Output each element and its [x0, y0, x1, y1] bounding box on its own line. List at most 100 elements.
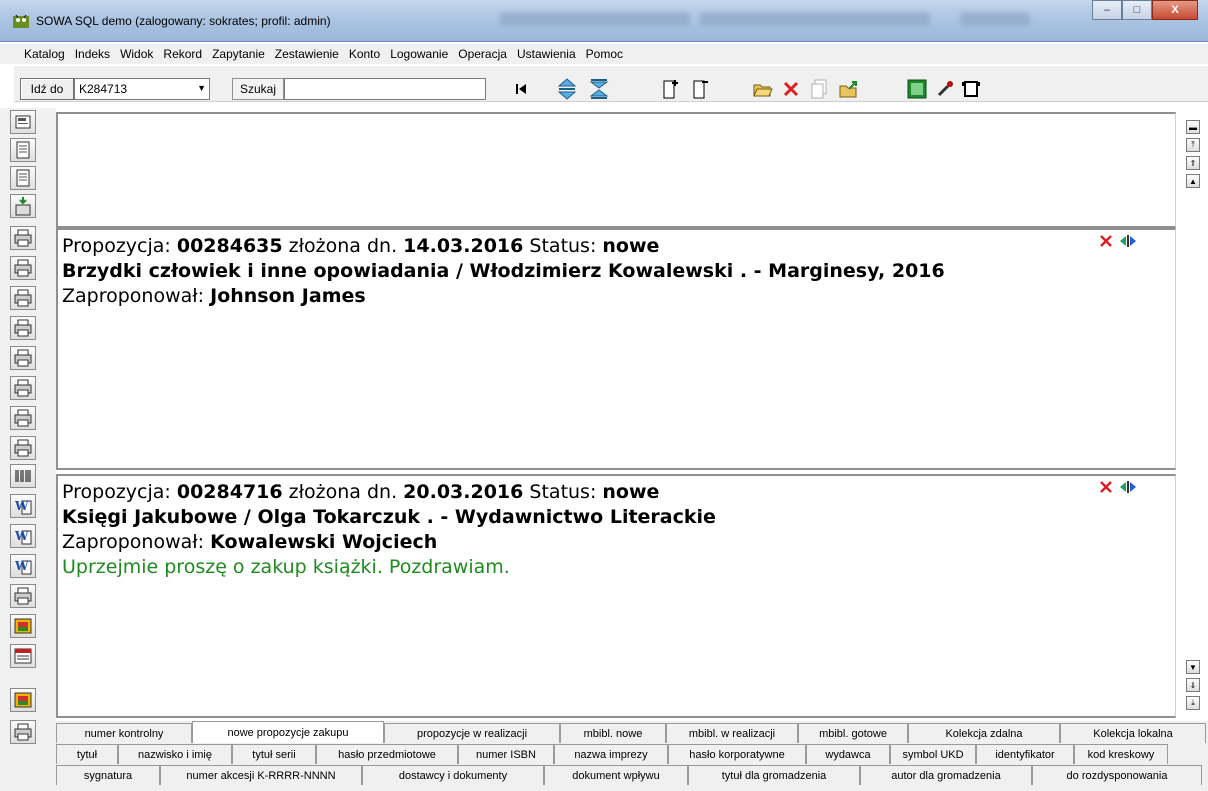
tab-kolekcja-lokalna[interactable]: Kolekcja lokalna	[1060, 723, 1206, 743]
menu-widok[interactable]: Widok	[120, 47, 153, 61]
printer-icon[interactable]	[10, 346, 36, 370]
word-icon[interactable]: W	[10, 524, 36, 548]
cup-icon[interactable]	[958, 76, 984, 102]
title-bar: SOWA SQL demo (zalogowany: sokrates; pro…	[0, 0, 1208, 42]
close-button[interactable]: X	[1152, 0, 1198, 20]
proposal-label: Propozycja:	[62, 235, 177, 257]
export-icon[interactable]	[836, 76, 862, 102]
tab-wydawca[interactable]: wydawca	[806, 744, 890, 764]
menu-ustawienia[interactable]: Ustawienia	[517, 47, 576, 61]
page-down-icon[interactable]: ⇓	[1186, 678, 1200, 692]
printer-icon[interactable]	[10, 256, 36, 280]
printer-icon[interactable]	[10, 286, 36, 310]
tab-kod-kreskowy[interactable]: kod kreskowy	[1074, 744, 1168, 764]
printer-color-icon[interactable]	[10, 688, 36, 712]
tab-identyfikator[interactable]: identyfikator	[976, 744, 1074, 764]
record-1-proposer: Zaproponował: Johnson James	[62, 284, 1171, 309]
page-up-icon[interactable]: ⇑	[1186, 156, 1200, 170]
scroll-up-icon[interactable]: ▲	[1186, 174, 1200, 188]
svg-text:W: W	[14, 529, 29, 543]
delete-icon[interactable]	[1099, 234, 1113, 248]
picture-icon[interactable]	[904, 76, 930, 102]
minimize-panel-icon[interactable]: ▬	[1186, 120, 1200, 134]
menu-pomoc[interactable]: Pomoc	[586, 47, 623, 61]
tab-propozycje-w-realizacji[interactable]: propozycje w realizacji	[384, 723, 560, 743]
tab-do-rozdysponowania[interactable]: do rozdysponowania	[1032, 765, 1202, 785]
tab-nazwisko-i-imie[interactable]: nazwisko i imię	[118, 744, 232, 764]
card-icon[interactable]	[10, 110, 36, 134]
search-input[interactable]	[284, 78, 486, 100]
maximize-button[interactable]: □	[1122, 0, 1152, 20]
goto-button[interactable]: Idź do	[20, 78, 74, 100]
printer-icon[interactable]	[10, 720, 36, 744]
menu-katalog[interactable]: Katalog	[24, 47, 65, 61]
tab-mbibl-w-realizacji[interactable]: mbibl. w realizacji	[666, 723, 798, 743]
printer-color-icon[interactable]	[10, 614, 36, 638]
scroll-top-icon[interactable]: ⤒	[1186, 138, 1200, 152]
proposer-label: Zaproponował:	[62, 285, 211, 307]
menu-konto[interactable]: Konto	[349, 47, 380, 61]
tab-row-1: numer kontrolny nowe propozycje zakupu p…	[56, 721, 1206, 745]
expand-records-icon[interactable]	[554, 76, 580, 102]
proposer-label: Zaproponował:	[62, 531, 211, 553]
collapse-records-icon[interactable]	[586, 76, 612, 102]
barcode-icon[interactable]	[10, 464, 36, 488]
svg-text:W: W	[14, 559, 29, 573]
tab-autor-dla-gromadzenia[interactable]: autor dla gromadzenia	[860, 765, 1032, 785]
minimize-button[interactable]: –	[1092, 0, 1122, 20]
delete-icon[interactable]	[778, 76, 804, 102]
iso-import-icon[interactable]	[10, 194, 36, 218]
tab-dokument-wplywu[interactable]: dokument wpływu	[544, 765, 688, 785]
copy-disabled-icon[interactable]	[806, 76, 832, 102]
open-folder-icon[interactable]	[750, 76, 776, 102]
tab-numer-akcesji[interactable]: numer akcesji K-RRRR-NNNN	[160, 765, 362, 785]
tab-row-3: sygnatura numer akcesji K-RRRR-NNNN dost…	[56, 765, 1206, 787]
menu-operacja[interactable]: Operacja	[458, 47, 507, 61]
search-button[interactable]: Szukaj	[232, 78, 284, 100]
pipette-icon[interactable]	[932, 76, 958, 102]
printer-icon[interactable]	[10, 226, 36, 250]
document-icon[interactable]	[10, 138, 36, 162]
printer-icon[interactable]	[10, 436, 36, 460]
scroll-down-icon[interactable]: ▼	[1186, 660, 1200, 674]
menu-logowanie[interactable]: Logowanie	[390, 47, 448, 61]
go-last-icon[interactable]	[508, 76, 534, 102]
tab-haslo-przedmiotowe[interactable]: hasło przedmiotowe	[316, 744, 458, 764]
remove-record-icon[interactable]	[688, 76, 714, 102]
chevron-down-icon[interactable]: ▼	[197, 83, 206, 93]
move-record-icon[interactable]	[1119, 480, 1137, 494]
tab-dostawcy-i-dokumenty[interactable]: dostawcy i dokumenty	[362, 765, 544, 785]
proposer-name: Johnson James	[210, 285, 366, 307]
date-label: złożona dn.	[282, 481, 404, 503]
tab-numer-kontrolny[interactable]: numer kontrolny	[56, 723, 192, 743]
menu-zapytanie[interactable]: Zapytanie	[212, 47, 265, 61]
tab-haslo-korporatywne[interactable]: hasło korporatywne	[668, 744, 806, 764]
printer-icon[interactable]	[10, 376, 36, 400]
tab-symbol-ukd[interactable]: symbol UKD	[890, 744, 976, 764]
goto-combobox[interactable]: K284713 ▼	[74, 78, 210, 100]
tab-nowe-propozycje-zakupu[interactable]: nowe propozycje zakupu	[192, 721, 384, 743]
printer-icon[interactable]	[10, 316, 36, 340]
tab-tytul[interactable]: tytuł	[56, 744, 118, 764]
document-icon[interactable]	[10, 166, 36, 190]
word-icon[interactable]: W	[10, 494, 36, 518]
tab-kolekcja-zdalna[interactable]: Kolekcja zdalna	[908, 723, 1060, 743]
zob-icon[interactable]	[10, 644, 36, 668]
tab-mbibl-nowe[interactable]: mbibl. nowe	[560, 723, 666, 743]
word-icon[interactable]: W	[10, 554, 36, 578]
tab-tytul-dla-gromadzenia[interactable]: tytuł dla gromadzenia	[688, 765, 860, 785]
move-record-icon[interactable]	[1119, 234, 1137, 248]
scroll-bottom-icon[interactable]: ⤓	[1186, 696, 1200, 710]
add-record-icon[interactable]	[658, 76, 684, 102]
tab-numer-isbn[interactable]: numer ISBN	[458, 744, 554, 764]
printer-icon[interactable]	[10, 584, 36, 608]
printer-icon[interactable]	[10, 406, 36, 430]
tab-tytul-serii[interactable]: tytuł serii	[232, 744, 316, 764]
delete-icon[interactable]	[1099, 480, 1113, 494]
menu-zestawienie[interactable]: Zestawienie	[275, 47, 339, 61]
tab-mbibl-gotowe[interactable]: mbibl. gotowe	[798, 723, 908, 743]
tab-nazwa-imprezy[interactable]: nazwa imprezy	[554, 744, 668, 764]
menu-rekord[interactable]: Rekord	[163, 47, 202, 61]
tab-sygnatura[interactable]: sygnatura	[56, 765, 160, 785]
menu-indeks[interactable]: Indeks	[75, 47, 110, 61]
